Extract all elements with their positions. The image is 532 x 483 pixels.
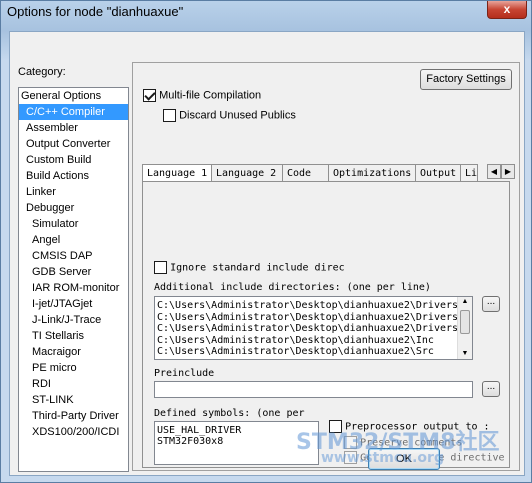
category-item[interactable]: Third-Party Driver	[19, 408, 128, 424]
include-dir-row: C:\Users\Administrator\Desktop\dianhuaxu…	[157, 311, 457, 323]
include-browse-button[interactable]: ...	[482, 296, 500, 312]
category-item[interactable]: I-jet/JTAGjet	[19, 296, 128, 312]
category-item[interactable]: PE micro	[19, 360, 128, 376]
category-item[interactable]: Assembler	[19, 120, 128, 136]
multi-file-option[interactable]: Multi-file Compilation	[143, 89, 261, 102]
category-list[interactable]: General Options C/C++ Compiler Assembler Ou…	[18, 87, 129, 472]
category-item[interactable]: RDI	[19, 376, 128, 392]
ignore-std-checkbox[interactable]	[154, 261, 167, 274]
category-item[interactable]: J-Link/J-Trace	[19, 312, 128, 328]
scroll-thumb[interactable]	[460, 310, 470, 334]
scroll-up-icon[interactable]: ▲	[458, 297, 472, 307]
tab-scroll-right-icon[interactable]: ▶	[501, 164, 515, 179]
discard-unused-label: Discard Unused Publics	[179, 109, 296, 122]
category-label: Category:	[18, 66, 66, 78]
scroll-down-icon[interactable]: ▼	[458, 349, 472, 359]
title-bar: Options for node "dianhuaxue" x	[1, 1, 531, 29]
discard-unused-option[interactable]: Discard Unused Publics	[163, 109, 296, 122]
close-button[interactable]: x	[487, 1, 527, 19]
ignore-std-option[interactable]: Ignore standard include direc	[154, 261, 345, 274]
factory-settings-button[interactable]: Factory Settings	[420, 69, 512, 90]
window-title: Options for node "dianhuaxue"	[7, 4, 184, 19]
include-dir-row: C:\Users\Administrator\Desktop\dianhuaxu…	[157, 346, 434, 357]
tab-language-2[interactable]: Language 2	[211, 164, 283, 182]
defined-symbol-row: STM32F030x8	[157, 436, 224, 447]
ignore-std-label: Ignore standard include direc	[170, 262, 345, 274]
category-item[interactable]: XDS100/200/ICDI	[19, 424, 128, 440]
category-item[interactable]: ST-LINK	[19, 392, 128, 408]
options-panel: Factory Settings Multi-file Compilation …	[132, 62, 520, 471]
include-dir-row: C:\Users\Administrator\Desktop\dianhuaxu…	[157, 334, 434, 346]
defined-symbol-row: USE_HAL_DRIVER	[157, 425, 242, 436]
defined-symbols-listbox[interactable]: USE_HAL_DRIVER STM32F030x8	[154, 421, 319, 465]
defined-symbols-label: Defined symbols: (one per	[154, 408, 305, 419]
category-item[interactable]: General Options	[19, 88, 128, 104]
include-dir-row: C:\Users\Administrator\Desktop\dianhuaxu…	[157, 323, 457, 334]
category-item[interactable]: GDB Server	[19, 264, 128, 280]
category-item[interactable]: Debugger	[19, 200, 128, 216]
tab-optimizations[interactable]: Optimizations	[328, 164, 416, 182]
preinclude-label: Preinclude	[154, 368, 215, 379]
preinclude-input[interactable]	[154, 381, 473, 398]
multi-file-checkbox[interactable]	[143, 89, 156, 102]
category-item[interactable]: TI Stellaris	[19, 328, 128, 344]
category-item[interactable]: Output Converter	[19, 136, 128, 152]
include-dirs-scrollbar[interactable]: ▲ ▼	[457, 297, 472, 359]
tab-language-1[interactable]: Language 1	[142, 164, 212, 182]
include-dir-row: C:\Users\Administrator\Desktop\dianhuaxu…	[157, 300, 457, 311]
category-item[interactable]: Custom Build	[19, 152, 128, 168]
preinclude-browse-button[interactable]: ...	[482, 381, 500, 397]
category-item[interactable]: Linker	[19, 184, 128, 200]
dialog-client-area: Category: General Options C/C++ Compiler A…	[9, 31, 525, 476]
additional-include-label: Additional include directories: (one per…	[154, 282, 431, 293]
watermark-url: www.stmcu.org	[321, 450, 444, 466]
category-item[interactable]: IAR ROM-monitor	[19, 280, 128, 296]
multi-file-label: Multi-file Compilation	[159, 89, 262, 102]
tab-output[interactable]: Output	[415, 164, 461, 182]
category-item[interactable]: C/C++ Compiler	[19, 104, 128, 120]
discard-unused-checkbox[interactable]	[163, 109, 176, 122]
options-dialog: Options for node "dianhuaxue" x Category…	[0, 0, 532, 483]
category-item[interactable]: CMSIS DAP	[19, 248, 128, 264]
tab-strip: Language 1 Language 2 Code Optimizations…	[142, 164, 478, 182]
category-item[interactable]: Macraigor	[19, 344, 128, 360]
include-dirs-listbox[interactable]: C:\Users\Administrator\Desktop\dianhuaxu…	[154, 296, 473, 360]
tab-scroll-left-icon[interactable]: ◀	[487, 164, 501, 179]
category-item[interactable]: Build Actions	[19, 168, 128, 184]
category-item[interactable]: Angel	[19, 232, 128, 248]
category-item[interactable]: Simulator	[19, 216, 128, 232]
tab-list[interactable]: Li	[460, 164, 478, 182]
tab-code[interactable]: Code	[282, 164, 329, 182]
